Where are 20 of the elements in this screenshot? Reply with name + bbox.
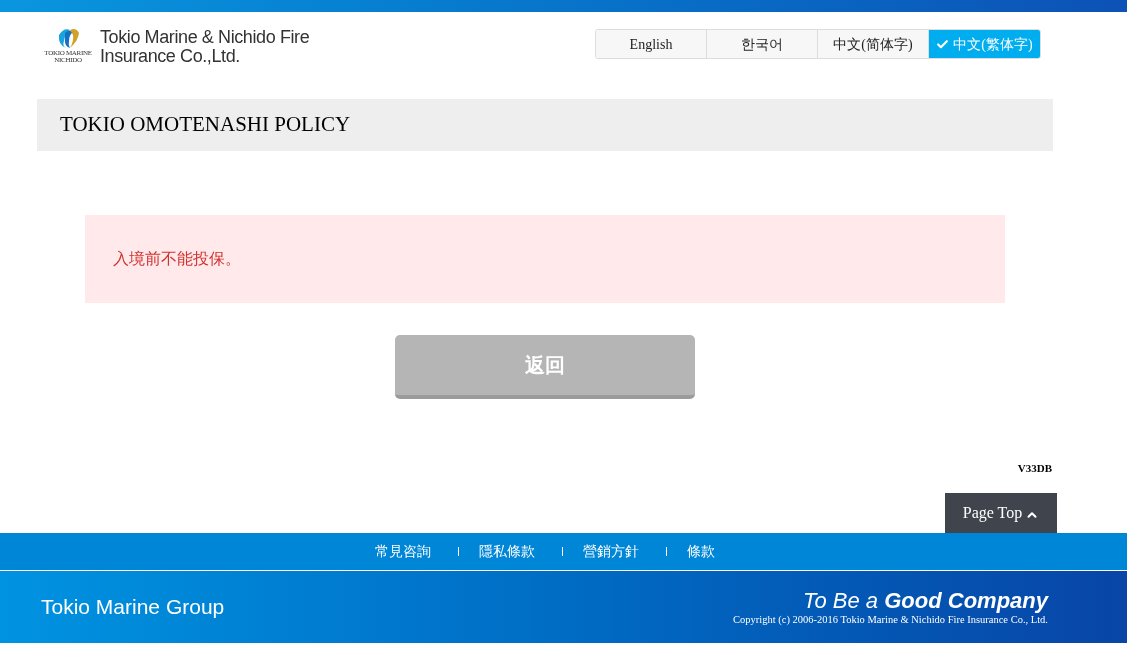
footer-link[interactable]: 隱私條款 xyxy=(478,541,535,562)
company-name: Tokio Marine & Nichido Fire xyxy=(100,28,310,47)
language-tab[interactable]: English xyxy=(596,30,707,58)
footer-link[interactable]: 條款 xyxy=(686,541,715,562)
footer-link[interactable]: 常見咨詢 xyxy=(374,541,431,562)
slogan: To Be a Good Company xyxy=(803,588,1048,614)
version-label: V33DB xyxy=(1017,462,1052,474)
language-tab[interactable]: 中文(繁体字) xyxy=(929,30,1040,58)
company-name: Insurance Co.,Ltd. xyxy=(100,47,241,66)
emblem-icon xyxy=(56,27,80,49)
language-tab[interactable]: 한국어 xyxy=(707,30,818,58)
error-message: 入境前不能投保。 xyxy=(113,249,241,269)
back-button[interactable]: 返回 xyxy=(395,335,695,399)
page-title: TOKIO OMOTENASHI POLICY xyxy=(60,111,351,139)
group-name: Tokio Marine Group xyxy=(41,594,225,621)
footer-link[interactable]: 營銷方針 xyxy=(582,541,639,562)
check-icon xyxy=(936,37,950,51)
language-tab[interactable]: 中文(简体字) xyxy=(818,30,929,58)
copyright: Copyright (c) 2006-2016 Tokio Marine & Nichido Fire Insurance Co., Ltd. xyxy=(733,614,1048,626)
page-top-button[interactable]: Page Top xyxy=(945,493,1057,533)
